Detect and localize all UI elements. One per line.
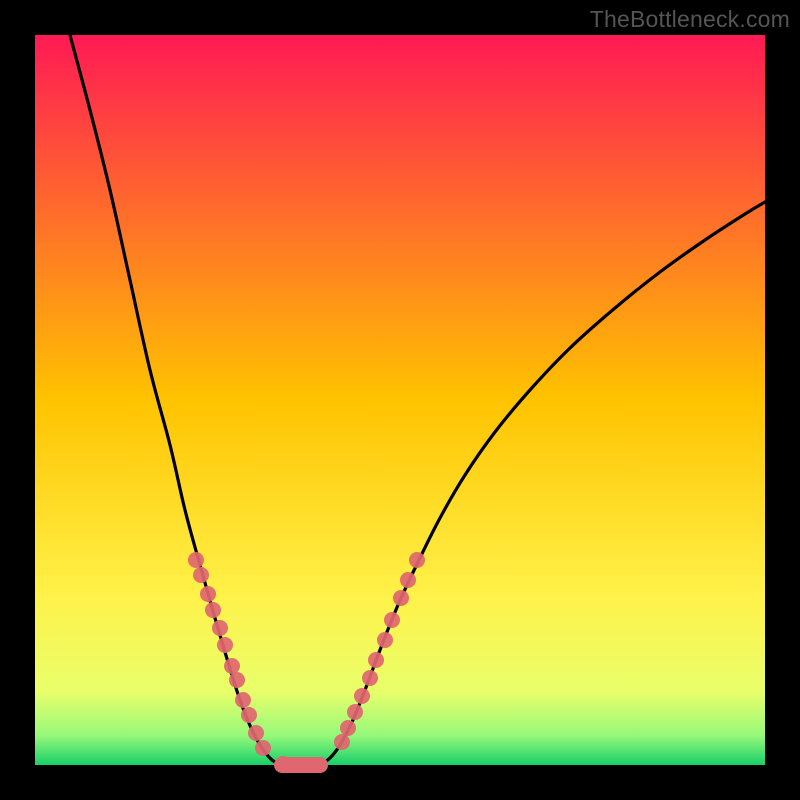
marker-left-7 bbox=[229, 672, 245, 688]
plot-background bbox=[35, 35, 765, 765]
marker-left-4 bbox=[212, 620, 228, 636]
marker-left-10 bbox=[248, 725, 264, 741]
marker-right-7 bbox=[384, 612, 400, 628]
marker-left-6 bbox=[224, 658, 240, 674]
marker-left-1 bbox=[193, 567, 209, 583]
marker-left-9 bbox=[241, 707, 257, 723]
marker-left-0 bbox=[188, 552, 204, 568]
marker-left-11 bbox=[255, 740, 271, 756]
marker-right-5 bbox=[368, 652, 384, 668]
marker-left-2 bbox=[200, 586, 216, 602]
marker-right-10 bbox=[409, 552, 425, 568]
marker-right-4 bbox=[362, 670, 378, 686]
marker-left-8 bbox=[235, 692, 251, 708]
marker-bottom-3 bbox=[305, 757, 321, 773]
plot-frame bbox=[0, 0, 800, 800]
marker-right-2 bbox=[347, 704, 363, 720]
marker-right-3 bbox=[354, 688, 370, 704]
marker-right-1 bbox=[340, 720, 356, 736]
marker-right-9 bbox=[400, 572, 416, 588]
marker-right-0 bbox=[334, 734, 350, 750]
bottleneck-chart bbox=[0, 0, 800, 800]
marker-right-6 bbox=[377, 632, 393, 648]
watermark-text: TheBottleneck.com bbox=[590, 6, 790, 33]
chart-container: TheBottleneck.com bbox=[0, 0, 800, 800]
marker-left-5 bbox=[217, 637, 233, 653]
marker-left-3 bbox=[205, 602, 221, 618]
marker-right-8 bbox=[393, 590, 409, 606]
